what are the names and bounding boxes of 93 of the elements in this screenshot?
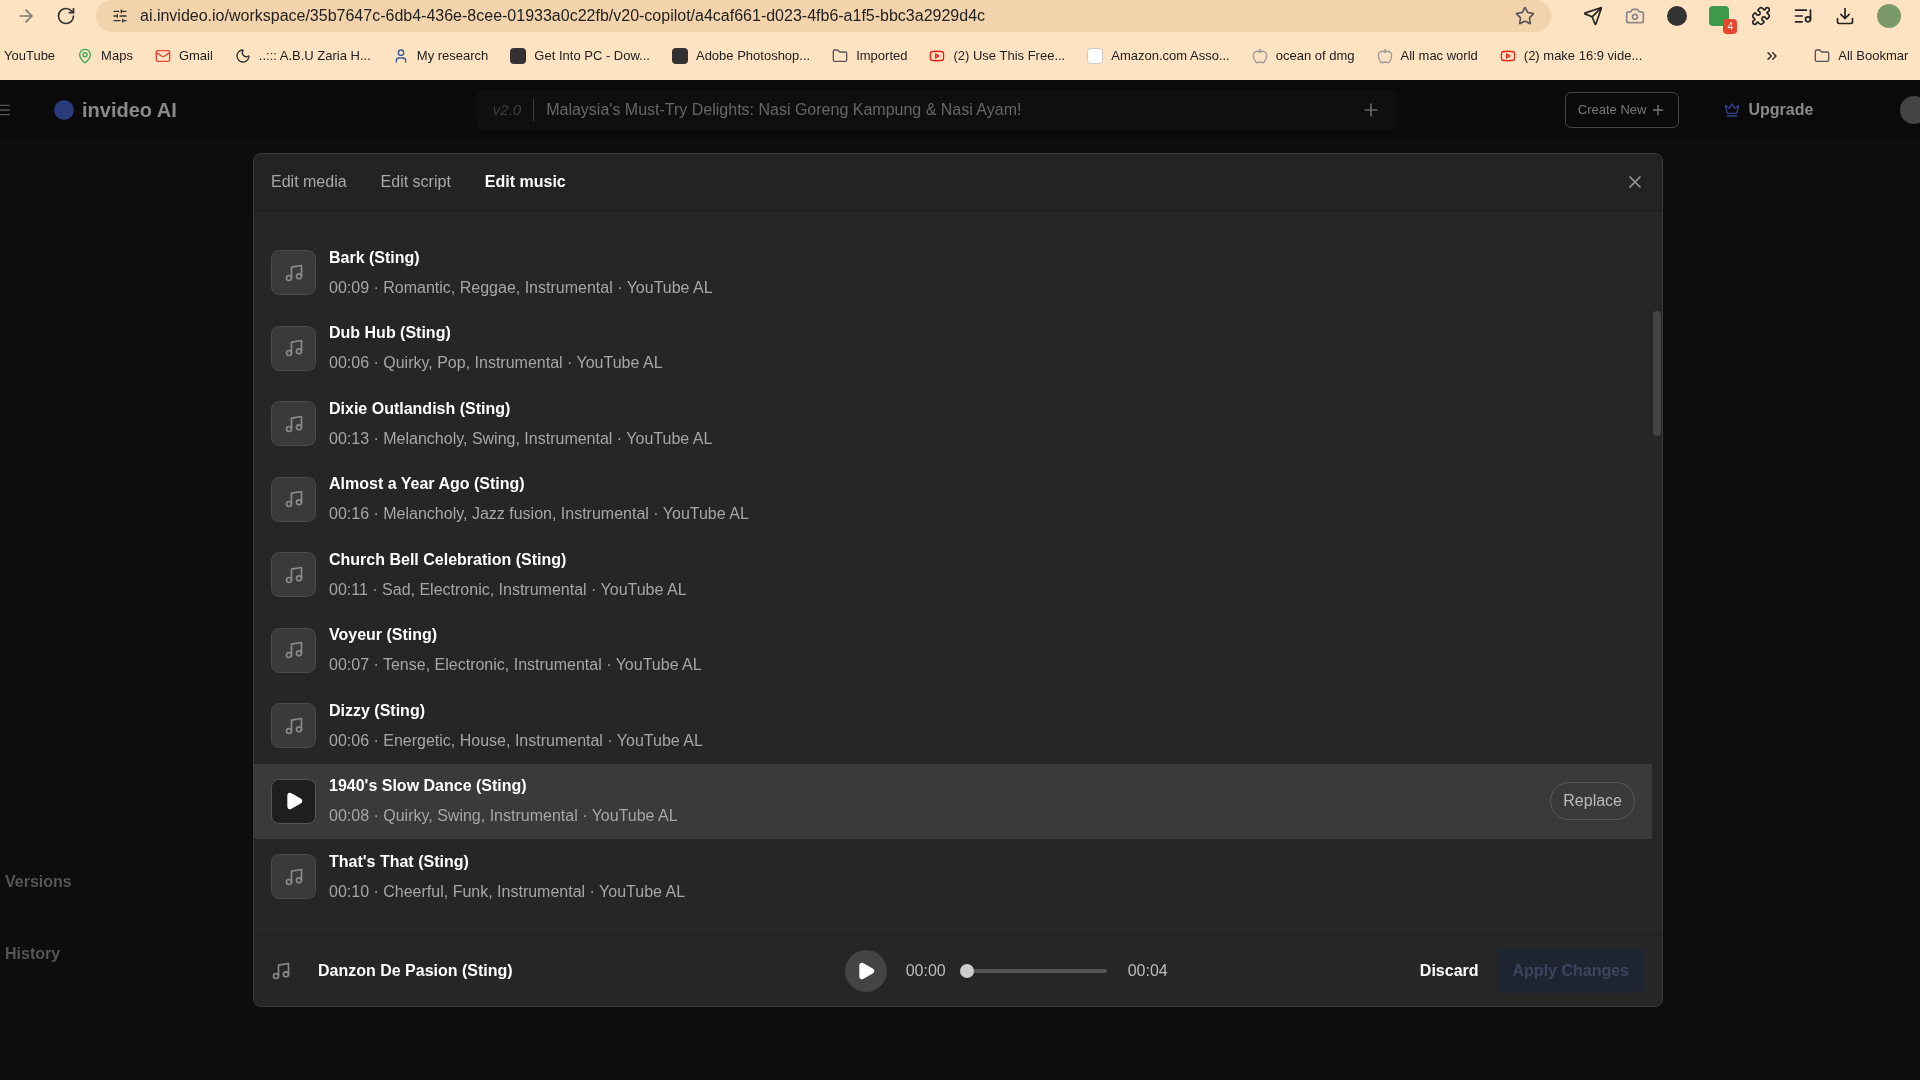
profile-avatar[interactable] bbox=[1877, 4, 1901, 28]
track-details: 00:07 · Tense, Electronic, Instrumental · YouTube AL bbox=[329, 655, 702, 676]
track-title: Voyeur (Sting) bbox=[329, 625, 439, 646]
bookmark-link[interactable]: Gmail bbox=[178, 46, 213, 66]
track-row[interactable]: Voyeur (Sting) 00:07 · Tense, Electronic, Instrumental · YouTube AL bbox=[254, 612, 1652, 688]
square-logo-icon bbox=[510, 48, 527, 64]
music-note-icon bbox=[283, 489, 304, 510]
dialog-tab[interactable]: Edit script bbox=[380, 170, 451, 194]
track-details: 00:06 · Quirky, Pop, Instrumental · YouTube AL bbox=[329, 353, 663, 374]
scrollbar-thumb[interactable] bbox=[1653, 311, 1661, 436]
project-title: Malaysia's Must-Try Delights: Nasi Goreng Kampung & Nasi Ayam! bbox=[546, 100, 1022, 120]
bookmark-link[interactable]: YouTube bbox=[4, 46, 56, 66]
bookmark-link[interactable]: My research bbox=[416, 46, 489, 66]
track-title: 1940's Slow Dance (Sting) bbox=[329, 776, 528, 797]
track-details: 00:13 · Melancholy, Swing, Instrumental · YouTube AL bbox=[329, 428, 713, 449]
track-title: Dizzy (Sting) bbox=[329, 700, 426, 721]
progress-thumb[interactable] bbox=[959, 963, 974, 978]
app-logo[interactable]: invideo AI bbox=[82, 95, 177, 125]
dialog-tab[interactable]: Edit music bbox=[484, 170, 566, 194]
track-row[interactable]: Dub Hub (Sting) 00:06 · Quirky, Pop, Instrumental · YouTube AL bbox=[254, 310, 1652, 386]
current-track-title: Danzon De Pasion (Sting) bbox=[318, 960, 513, 981]
logo-icon bbox=[54, 100, 74, 120]
bookmark-star-icon[interactable] bbox=[1515, 6, 1535, 26]
track-details: 00:10 · Cheerful, Funk, Instrumental · YouTube AL bbox=[329, 881, 686, 902]
reload-icon[interactable] bbox=[56, 6, 76, 26]
music-note-icon bbox=[283, 715, 304, 736]
track-details: 00:06 · Energetic, House, Instrumental · YouTube AL bbox=[329, 730, 703, 751]
track-row-highlighted[interactable]: 1940's Slow Dance (Sting) 00:08 · Quirky, Swing, Instrumental · YouTube AL Replace bbox=[254, 763, 1652, 839]
address-bar[interactable]: ai.invideo.io/workspace/35b7647c-6db4-436e-8cee-01933a0c22fb/v20-copilot/a4caf661-d023-4fb6-a1f5-bbc3a2929d4c bbox=[96, 0, 1551, 32]
track-row[interactable]: Dizzy (Sting) 00:06 · Energetic, House, Instrumental · YouTube AL bbox=[254, 688, 1652, 764]
bookmark-link[interactable]: Adobe Photoshop... bbox=[695, 46, 811, 66]
track-details: 00:08 · Quirky, Swing, Instrumental · YouTube AL bbox=[329, 806, 678, 827]
bookmark-link[interactable]: ..::: A.B.U Zaria H... bbox=[258, 46, 371, 66]
bookmark-link[interactable]: (2) make 16:9 vide... bbox=[1523, 46, 1643, 66]
music-note-icon bbox=[283, 640, 304, 661]
bookmark-link[interactable]: All Bookmar bbox=[1838, 46, 1909, 66]
crown-icon bbox=[1724, 102, 1741, 118]
music-note-icon bbox=[283, 262, 304, 283]
map-pin-icon bbox=[77, 48, 94, 64]
track-row[interactable]: Almost a Year Ago (Sting) 00:16 · Melancholy, Jazz fusion, Instrumental · YouTube AL bbox=[254, 461, 1652, 537]
media-control-icon[interactable] bbox=[1793, 6, 1813, 26]
bookmark-link[interactable]: Maps bbox=[101, 46, 133, 66]
paper-plane-icon[interactable] bbox=[1583, 6, 1603, 26]
moon-icon bbox=[234, 48, 251, 64]
track-title: Bark (Sting) bbox=[329, 247, 421, 268]
download-icon[interactable] bbox=[1835, 6, 1855, 26]
track-row[interactable]: Church Bell Celebration (Sting) 00:11 · Sad, Electronic, Instrumental · YouTube AL bbox=[254, 537, 1652, 613]
bookmark-link[interactable]: Imported bbox=[856, 46, 908, 66]
bookmark-link[interactable]: (2) Use This Free... bbox=[953, 46, 1066, 66]
camera-icon[interactable] bbox=[1625, 6, 1645, 26]
apple-icon bbox=[1376, 48, 1393, 64]
bookmark-link[interactable]: All mac world bbox=[1400, 46, 1478, 66]
extensions-icon[interactable] bbox=[1751, 6, 1771, 26]
track-row[interactable]: Bark (Sting) 00:09 · Romantic, Reggae, Instrumental · YouTube AL bbox=[254, 235, 1652, 311]
circle-extension-icon[interactable] bbox=[1667, 6, 1687, 26]
track-row[interactable]: Dixie Outlandish (Sting) 00:13 · Melancholy, Swing, Instrumental · YouTube AL bbox=[254, 386, 1652, 462]
track-details: 00:16 · Melancholy, Jazz fusion, Instrumental · YouTube AL bbox=[329, 504, 749, 525]
track-title: Almost a Year Ago (Sting) bbox=[329, 474, 526, 495]
music-note-icon bbox=[283, 866, 304, 887]
letter-logo-icon bbox=[1087, 48, 1104, 64]
url-text: ai.invideo.io/workspace/35b7647c-6db4-436e-8cee-01933a0c22fb/v20-copilot/a4caf661-d023-4fb6-a1f5-bbc3a2929d4c bbox=[140, 6, 987, 26]
music-note-icon bbox=[271, 960, 291, 981]
notification-badge: 4 bbox=[1723, 19, 1737, 34]
track-title: That's That (Sting) bbox=[329, 851, 470, 872]
music-note-icon bbox=[283, 413, 304, 434]
mail-icon bbox=[154, 48, 171, 64]
play-button[interactable] bbox=[271, 778, 316, 824]
play-button[interactable] bbox=[844, 949, 887, 992]
duration-time: 00:04 bbox=[1127, 960, 1168, 981]
create-new-button[interactable]: Create New bbox=[1564, 92, 1680, 128]
bookmark-link[interactable]: Amazon.com Asso... bbox=[1111, 46, 1230, 66]
music-note-icon bbox=[283, 338, 304, 359]
track-row[interactable]: That's That (Sting) 00:10 · Cheerful, Funk, Instrumental · YouTube AL bbox=[254, 839, 1652, 915]
bookmark-link[interactable]: ocean of dmg bbox=[1275, 46, 1355, 66]
elapsed-time: 00:00 bbox=[905, 960, 946, 981]
music-note-icon bbox=[283, 564, 304, 585]
folder-icon bbox=[832, 48, 849, 64]
track-title: Dixie Outlandish (Sting) bbox=[329, 398, 512, 419]
apple-icon bbox=[1251, 48, 1268, 64]
upgrade-button[interactable]: Upgrade bbox=[1724, 98, 1814, 122]
track-title: Dub Hub (Sting) bbox=[329, 323, 452, 344]
discard-button[interactable]: Discard bbox=[1419, 958, 1479, 983]
track-title: Church Bell Celebration (Sting) bbox=[329, 549, 568, 570]
menu-icon[interactable] bbox=[0, 102, 12, 118]
site-settings-icon bbox=[112, 8, 128, 24]
video-play-icon bbox=[1499, 48, 1516, 64]
track-details: 00:11 · Sad, Electronic, Instrumental · YouTube AL bbox=[329, 579, 687, 600]
bookmark-link[interactable]: Get Into PC - Dow... bbox=[534, 46, 650, 66]
folder-icon bbox=[1814, 48, 1831, 64]
dialog-tab[interactable]: Edit media bbox=[271, 170, 347, 194]
square-logo-icon bbox=[671, 48, 688, 64]
video-play-icon bbox=[929, 48, 946, 64]
track-details: 00:09 · Romantic, Reggae, Instrumental · YouTube AL bbox=[329, 277, 713, 298]
